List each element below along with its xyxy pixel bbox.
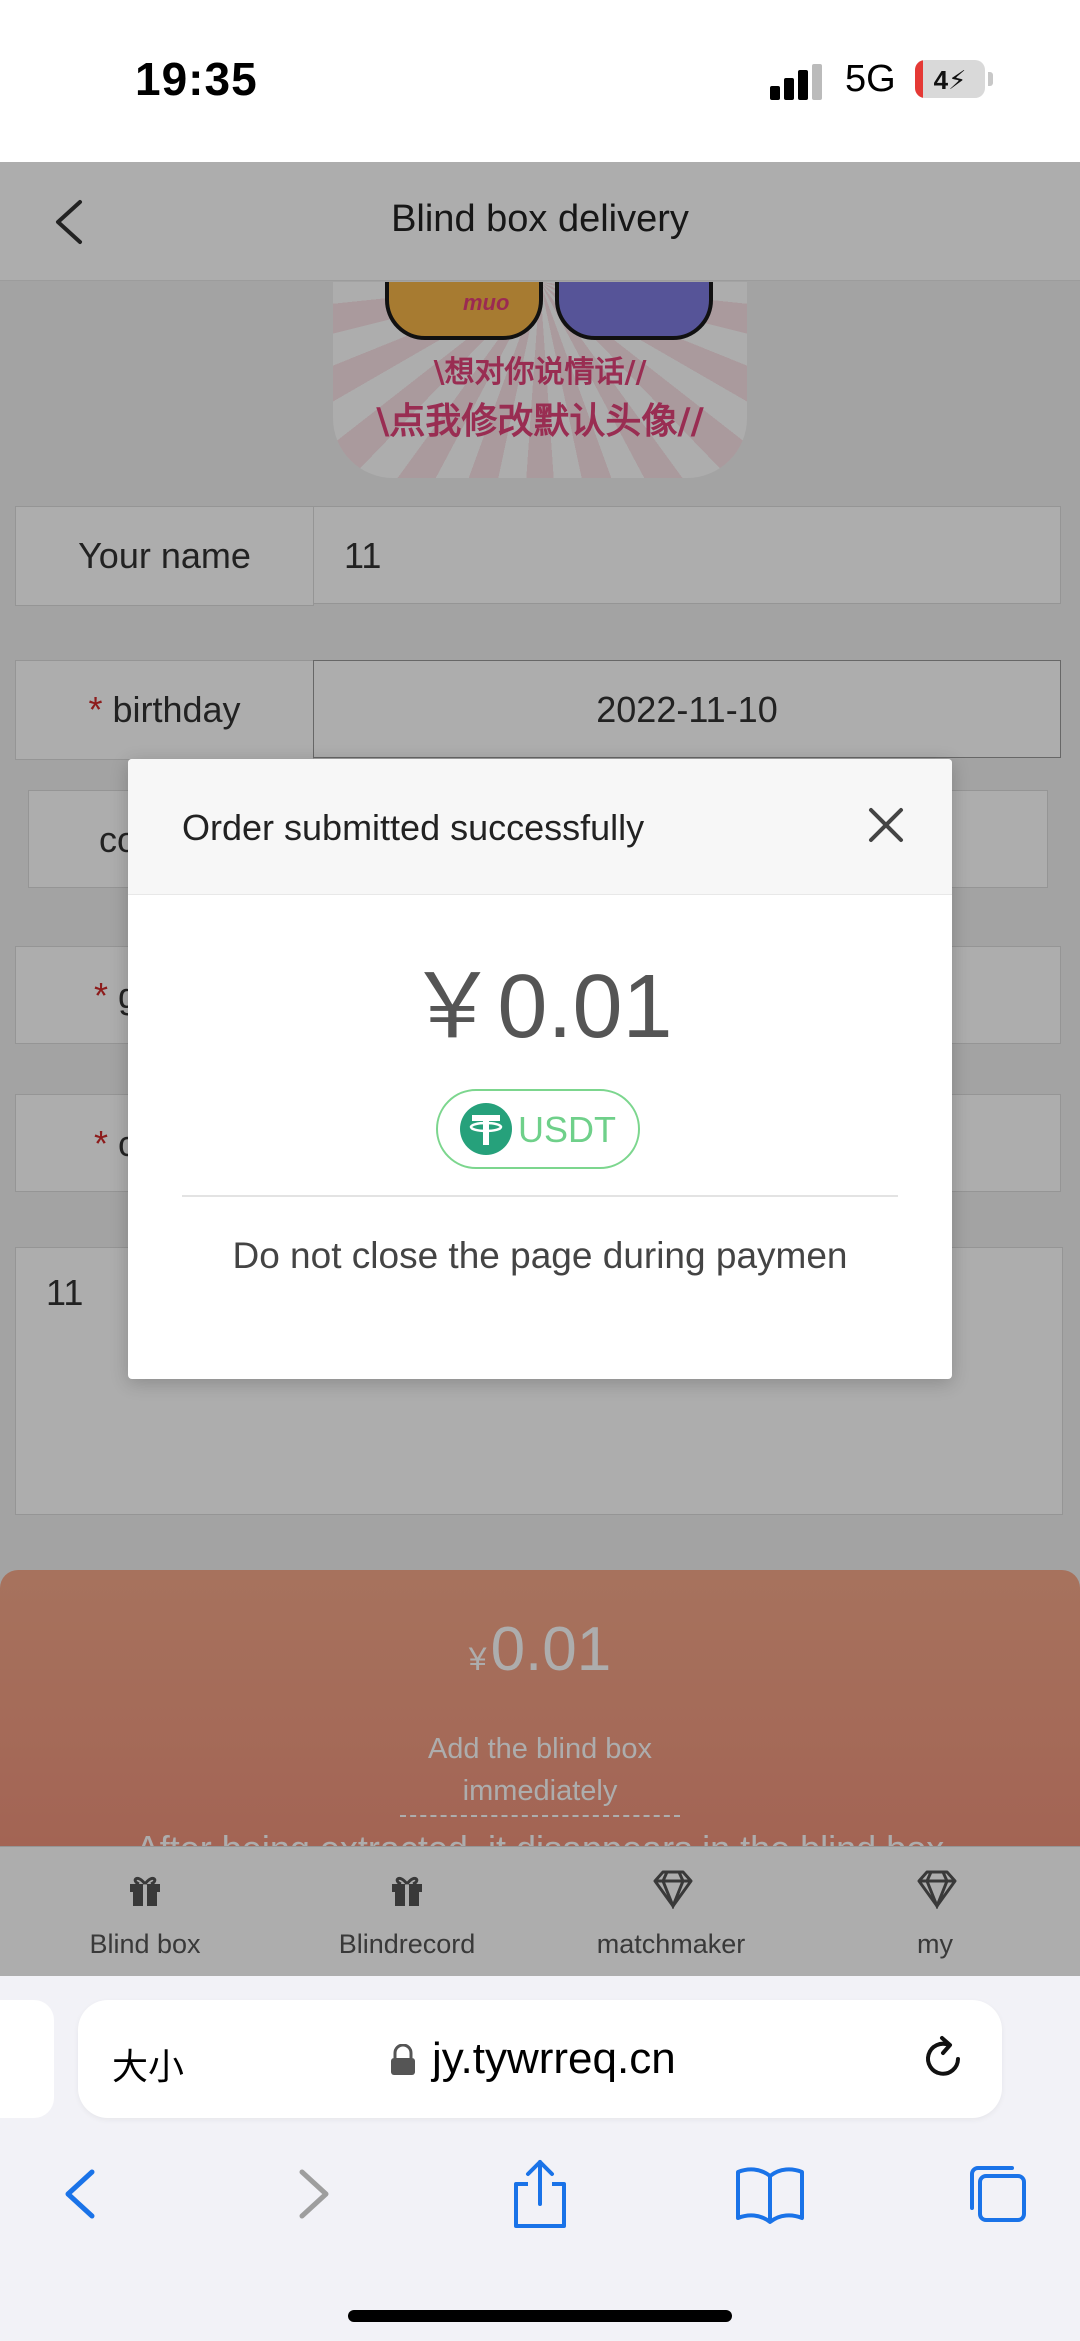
tabs-icon[interactable] <box>958 2154 1038 2234</box>
payment-method-label: USDT <box>518 1109 616 1150</box>
network-label: 5G <box>845 58 896 100</box>
modal-divider <box>182 1195 898 1197</box>
order-modal: Order submitted successfully ￥0.01 USDT … <box>128 759 952 1379</box>
battery-level: 4 <box>933 65 949 95</box>
status-bar: 19:35 5G 4⚡ <box>0 0 1080 162</box>
modal-message: Do not close the page during paymen <box>232 1235 848 1276</box>
home-indicator <box>348 2310 732 2322</box>
bookmarks-icon[interactable] <box>730 2154 810 2234</box>
lock-icon <box>391 2044 415 2075</box>
modal-title: Order submitted successfully <box>182 807 645 848</box>
back-icon[interactable] <box>42 2154 122 2234</box>
battery-icon: 4⚡ <box>915 60 985 98</box>
clock: 19:35 <box>135 53 258 105</box>
close-icon[interactable] <box>866 805 906 845</box>
url-text[interactable]: jy.tywrreq.cn <box>432 2034 676 2084</box>
forward-icon[interactable] <box>272 2154 352 2234</box>
address-bar[interactable]: 大小 jy.tywrreq.cn <box>78 2000 1002 2118</box>
battery-tip <box>988 72 993 86</box>
previous-tab-peek[interactable] <box>0 2000 54 2118</box>
reload-icon[interactable] <box>916 2032 970 2086</box>
browser-toolbar: 大小 jy.tywrreq.cn <box>0 1976 1080 2341</box>
modal-header: Order submitted successfully <box>128 759 952 895</box>
modal-price: ￥0.01 <box>407 957 673 1057</box>
share-icon[interactable] <box>500 2154 580 2234</box>
tether-icon <box>460 1103 512 1155</box>
text-size-button[interactable]: 大小 <box>112 2038 184 2090</box>
signal-icon <box>770 64 824 100</box>
usdt-pay-button[interactable]: USDT <box>436 1089 640 1169</box>
